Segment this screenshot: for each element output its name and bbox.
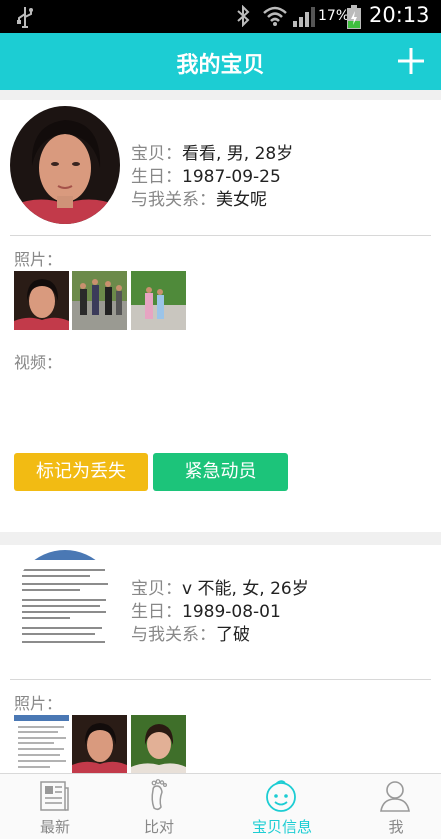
baby-summary: v 不能, 女, 26岁 (182, 579, 309, 599)
tab-label: 我 (388, 818, 404, 836)
tab-label: 最新 (39, 818, 70, 836)
photo-thumbnail[interactable] (131, 715, 186, 773)
photo-thumbnail[interactable] (131, 271, 186, 330)
battery-percent: 17% (318, 8, 350, 24)
add-icon[interactable] (395, 45, 427, 77)
newspaper-icon (40, 781, 69, 811)
wifi-icon (263, 6, 287, 26)
baby-relation-row: 与我关系：美女呢 (131, 190, 267, 210)
baby-birthday: 1987-09-25 (182, 167, 281, 187)
baby-face-icon (266, 780, 296, 812)
photo-thumbnail[interactable] (14, 271, 69, 330)
tab-me[interactable]: 我 (341, 774, 441, 839)
battery-charging-icon (347, 5, 361, 29)
baby-card[interactable]: 宝贝：看看, 男, 28岁 生日：1987-09-25 与我关系：美女呢 照片： (0, 100, 441, 532)
person-icon (380, 781, 410, 812)
baby-relation: 了破 (216, 625, 250, 645)
tab-compare[interactable]: 比对 (104, 774, 214, 839)
baby-birthday: 1989-08-01 (182, 602, 281, 622)
footprint-icon (151, 779, 168, 811)
divider (10, 235, 431, 236)
tab-latest[interactable]: 最新 (0, 774, 110, 839)
baby-summary: 看看, 男, 28岁 (182, 144, 294, 164)
tab-label: 宝贝信息 (251, 818, 312, 836)
baby-list[interactable]: 宝贝：看看, 男, 28岁 生日：1987-09-25 与我关系：美女呢 照片： (0, 90, 441, 773)
baby-summary-row: 宝贝：v 不能, 女, 26岁 (131, 579, 309, 599)
mark-lost-button[interactable]: 标记为丢失 (14, 453, 148, 491)
baby-avatar[interactable] (10, 550, 120, 668)
baby-info: 宝贝：看看, 男, 28岁 生日：1987-09-25 与我关系：美女呢 (131, 143, 293, 212)
baby-avatar[interactable] (10, 106, 120, 224)
baby-info: 宝贝：v 不能, 女, 26岁 生日：1989-08-01 与我关系：了破 (131, 578, 309, 647)
baby-birthday-row: 生日：1987-09-25 (131, 167, 281, 187)
baby-birthday-row: 生日：1989-08-01 (131, 602, 281, 622)
page-title: 我的宝贝 (176, 53, 265, 78)
photo-thumbnail[interactable] (14, 715, 69, 773)
bottom-tab-bar: 最新 比对 宝贝信息 我 (0, 773, 441, 839)
videos-label: 视频： (14, 353, 63, 372)
photo-thumbnail[interactable] (72, 715, 127, 773)
baby-relation: 美女呢 (216, 190, 267, 210)
tab-baby-info[interactable]: 宝贝信息 (227, 774, 337, 839)
baby-card[interactable]: 宝贝：v 不能, 女, 26岁 生日：1989-08-01 与我关系：了破 照片… (0, 545, 441, 773)
photos-label: 照片： (14, 250, 63, 269)
tab-label: 比对 (143, 818, 174, 836)
usb-icon (17, 7, 33, 28)
photos-label: 照片： (14, 694, 63, 713)
photo-thumbnail[interactable] (72, 271, 127, 330)
clock: 20:13 (369, 3, 430, 27)
emergency-mobilize-button[interactable]: 紧急动员 (153, 453, 288, 491)
bluetooth-icon (237, 5, 250, 27)
baby-summary-row: 宝贝：看看, 男, 28岁 (131, 144, 294, 164)
signal-icon (293, 7, 315, 27)
status-bar: 17% 20:13 (0, 0, 441, 33)
divider (10, 679, 431, 680)
app-header: 我的宝贝 (0, 33, 441, 90)
baby-relation-row: 与我关系：了破 (131, 625, 250, 645)
